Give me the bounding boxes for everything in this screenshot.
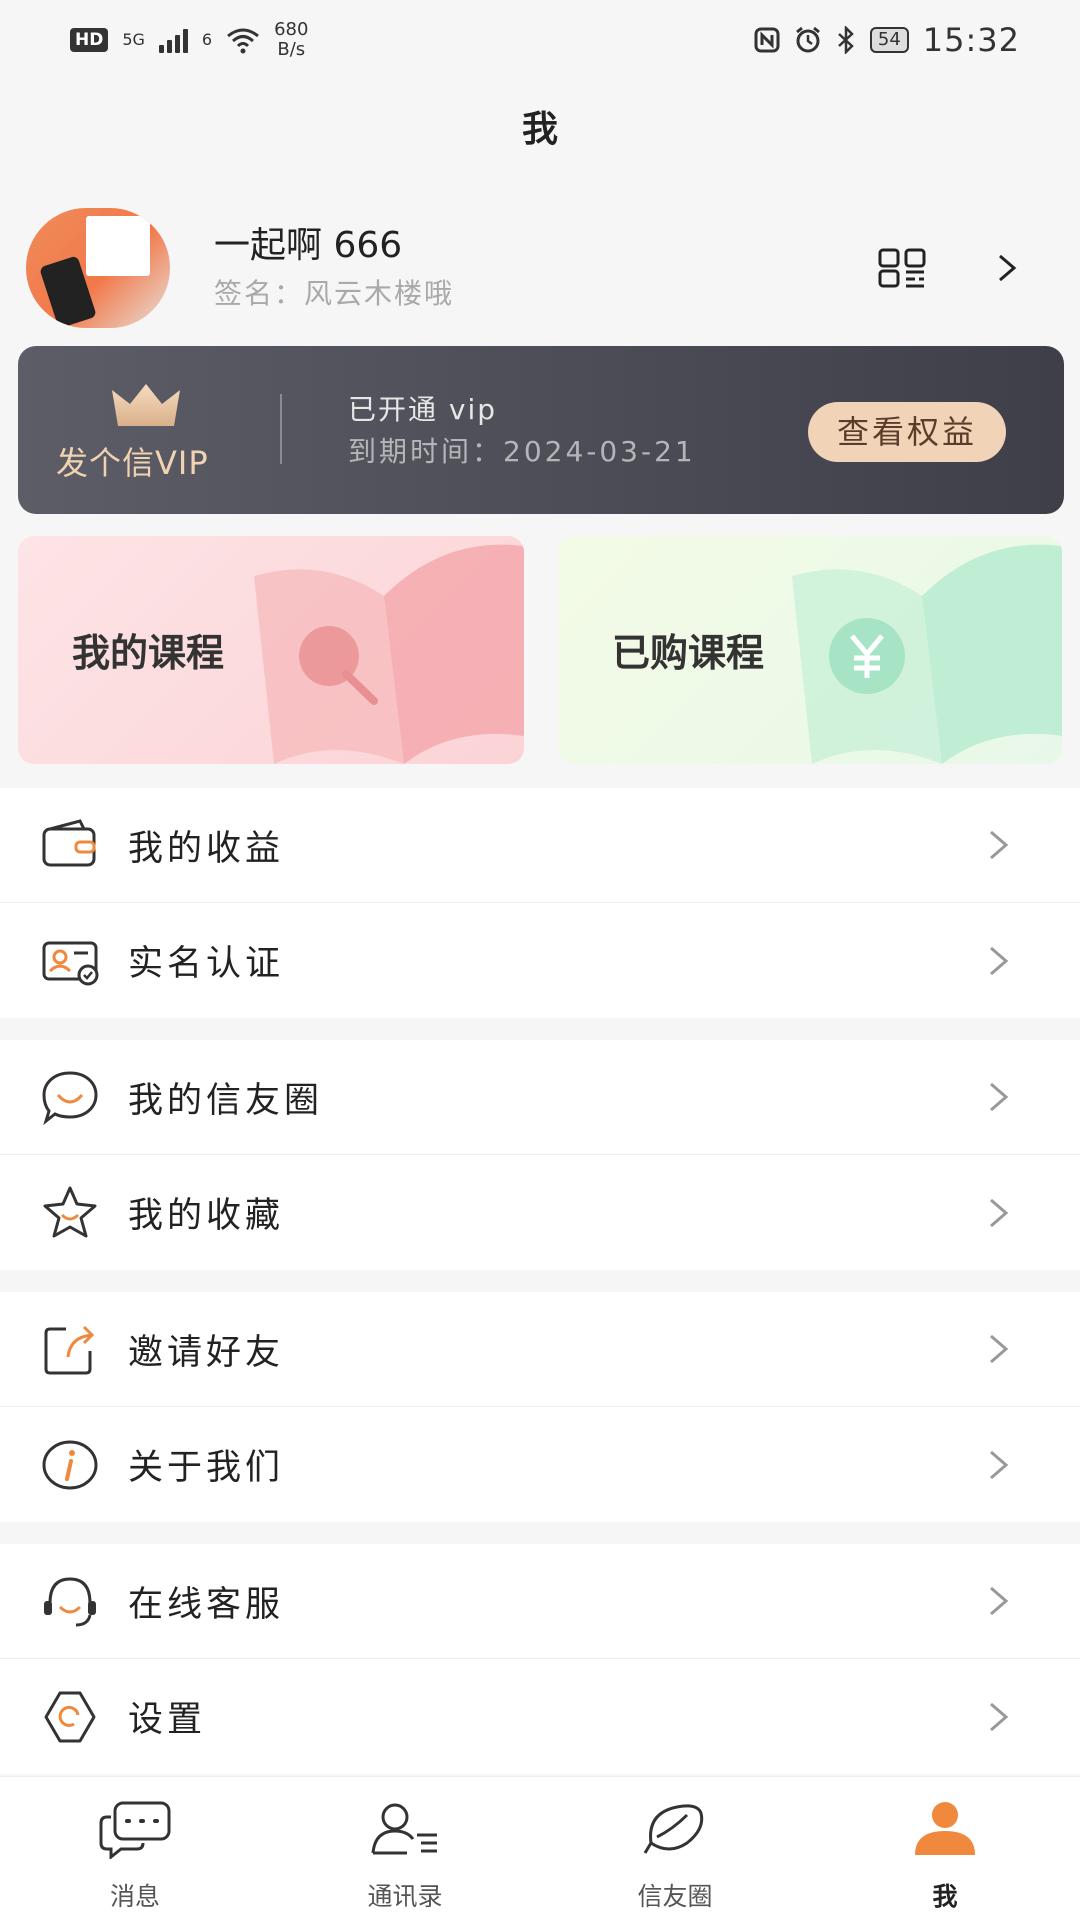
tab-label: 信友圈 — [637, 1882, 713, 1911]
contacts-icon — [371, 1803, 437, 1855]
info-icon — [42, 1440, 98, 1489]
headset-icon — [44, 1577, 96, 1627]
my-courses-card[interactable]: 我的课程 — [18, 536, 524, 764]
menu-item-settings[interactable]: 设置 — [0, 1659, 1080, 1774]
profile-name: 一起啊 666 — [214, 225, 403, 266]
user-icon — [915, 1802, 975, 1855]
signal-icon — [158, 27, 188, 53]
clock: 15:32 — [922, 21, 1020, 59]
network-type: 5G — [122, 30, 145, 49]
menu-group-general: 邀请好友 关于我们 — [0, 1292, 1080, 1522]
wallet-icon — [42, 819, 96, 867]
chat-bubble-icon — [42, 1071, 98, 1126]
share-icon — [44, 1325, 95, 1375]
hd-indicator: HD — [70, 28, 109, 52]
tab-me[interactable]: 我 — [810, 1777, 1080, 1920]
tab-label: 消息 — [109, 1882, 160, 1911]
chevron-right-icon — [990, 1198, 1009, 1227]
chevron-right-icon — [990, 1082, 1009, 1112]
qr-code-icon[interactable] — [878, 248, 926, 288]
gear-icon — [44, 1691, 96, 1742]
menu-label: 实名认证 — [128, 944, 285, 984]
page-title: 我 — [521, 109, 558, 150]
purchased-courses-card[interactable]: 已购课程 — [558, 536, 1062, 764]
menu-label: 邀请好友 — [128, 1332, 285, 1373]
tab-contacts[interactable]: 通讯录 — [270, 1777, 540, 1920]
menu-item-verification[interactable]: 实名认证 — [0, 903, 1080, 1018]
menu-label: 关于我们 — [128, 1448, 285, 1488]
book-search-illustration — [254, 544, 524, 764]
menu-item-earnings[interactable]: 我的收益 — [0, 788, 1080, 903]
my-courses-label: 我的课程 — [72, 631, 225, 675]
alarm-icon — [795, 26, 820, 53]
menu-label: 我的信友圈 — [128, 1080, 324, 1121]
menu-label: 在线客服 — [128, 1584, 285, 1625]
chevron-right-icon — [990, 1702, 1009, 1731]
tab-label: 通讯录 — [367, 1882, 443, 1911]
vip-divider — [280, 394, 282, 464]
bottom-tab-bar: 消息 通讯录 信友圈 我 — [0, 1776, 1080, 1920]
chevron-right-icon — [990, 1450, 1009, 1479]
menu-label: 我的收益 — [128, 828, 285, 869]
purchased-courses-label: 已购课程 — [612, 631, 765, 675]
nfc-icon — [754, 27, 780, 53]
menu-label: 设置 — [128, 1700, 207, 1740]
chevron-right-icon — [990, 946, 1009, 975]
menu-item-favorites[interactable]: 我的收藏 — [0, 1155, 1080, 1270]
menu-item-support[interactable]: 在线客服 — [0, 1544, 1080, 1659]
crown-icon — [112, 384, 180, 426]
wifi-icon — [227, 28, 260, 54]
chevron-right-icon — [990, 830, 1009, 860]
profile-header[interactable]: 一起啊 666 签名：风云木楼哦 — [0, 200, 1080, 340]
wifi-gen: 6 — [201, 30, 213, 49]
chevron-right-icon — [990, 1334, 1009, 1364]
menu-item-about[interactable]: 关于我们 — [0, 1407, 1080, 1522]
menu-group-social: 我的信友圈 我的收藏 — [0, 1040, 1080, 1270]
vip-banner[interactable]: 发个信VIP 已开通 vip 到期时间：2024-03-21 查看权益 — [18, 346, 1064, 514]
message-icon — [99, 1801, 171, 1859]
menu-item-invite[interactable]: 邀请好友 — [0, 1292, 1080, 1407]
menu-group-service: 在线客服 设置 — [0, 1544, 1080, 1774]
book-yuan-illustration — [792, 544, 1062, 764]
profile-signature: 签名：风云木楼哦 — [214, 277, 455, 310]
vip-brand: 发个信VIP — [56, 444, 209, 482]
net-speed: 680 B/s — [274, 19, 309, 60]
status-bar: HD 5G 6 680 B/s 54 15:32 — [0, 0, 1080, 80]
tab-moments[interactable]: 信友圈 — [540, 1777, 810, 1920]
chevron-right-icon — [990, 1586, 1009, 1616]
tab-label: 我 — [932, 1882, 958, 1911]
star-icon — [43, 1186, 97, 1237]
battery-icon: 54 — [869, 27, 909, 53]
menu-group-finance: 我的收益 实名认证 — [0, 788, 1080, 1018]
menu-item-moments[interactable]: 我的信友圈 — [0, 1040, 1080, 1155]
menu-label: 我的收藏 — [128, 1196, 285, 1236]
view-benefits-button[interactable]: 查看权益 — [808, 402, 1006, 462]
tab-messages[interactable]: 消息 — [0, 1777, 270, 1920]
id-card-icon — [42, 941, 99, 985]
vip-expire-date: 到期时间：2024-03-21 — [348, 435, 696, 468]
leaf-icon — [643, 1804, 704, 1854]
chevron-right-icon[interactable] — [996, 252, 1020, 284]
avatar[interactable] — [26, 208, 170, 328]
vip-status: 已开通 vip — [348, 393, 498, 426]
bluetooth-icon — [838, 26, 854, 54]
